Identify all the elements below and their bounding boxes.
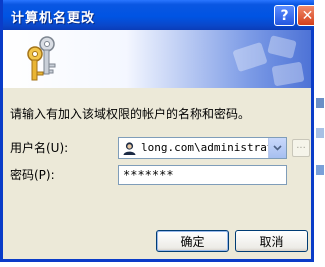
- banner-graphic: [233, 35, 305, 86]
- window-title: 计算机名更改: [11, 11, 96, 26]
- username-value: long.com\administrator: [141, 141, 269, 154]
- close-icon: ✕: [301, 7, 314, 24]
- header-banner: [3, 30, 311, 88]
- chevron-down-icon: [273, 145, 282, 151]
- ok-button[interactable]: 确定: [156, 230, 229, 252]
- desktop-item: [316, 98, 324, 108]
- cancel-button[interactable]: 取消: [235, 230, 308, 252]
- dropdown-button[interactable]: [268, 138, 286, 158]
- title-bar[interactable]: 计算机名更改 ? ✕: [3, 0, 318, 30]
- credentials-dialog: 计算机名更改 ? ✕ 请输入有加入该域权限的帐户的名称和密码。 用户名(U):: [0, 0, 318, 262]
- desktop-item: [316, 165, 324, 175]
- help-icon: ?: [280, 7, 289, 24]
- password-label: 密码(P):: [10, 168, 55, 182]
- browse-button[interactable]: ...: [292, 139, 310, 157]
- keys-icon: [27, 36, 56, 81]
- instruction-text: 请输入有加入该域权限的帐户的名称和密码。: [10, 107, 251, 121]
- desktop-background: [314, 0, 325, 267]
- help-button[interactable]: ?: [274, 5, 295, 26]
- username-label: 用户名(U):: [10, 141, 69, 155]
- password-field[interactable]: *******: [118, 165, 287, 185]
- desktop-item: [316, 128, 324, 138]
- user-icon: [123, 142, 136, 155]
- username-combobox[interactable]: long.com\administrator: [118, 137, 287, 159]
